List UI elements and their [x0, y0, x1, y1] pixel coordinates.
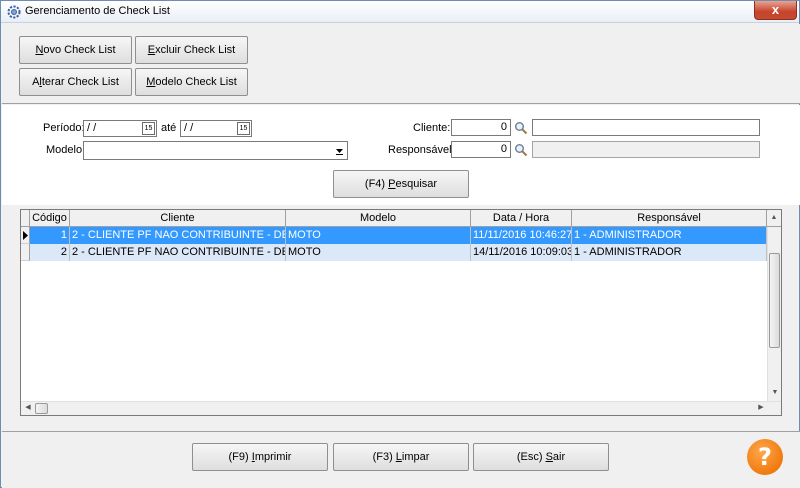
horizontal-scrollbar[interactable]: ◀ ▶	[21, 401, 781, 415]
responsavel-label: Responsável:	[388, 144, 455, 156]
modelo-filter-label: Modelo:	[46, 144, 86, 156]
alterar-check-list-button[interactable]: Alterar Check List	[19, 68, 132, 96]
search-icon[interactable]	[514, 121, 528, 135]
header-codigo[interactable]: Código	[30, 210, 70, 227]
header-cliente[interactable]: Cliente	[70, 210, 286, 227]
table-row[interactable]: 1 2 - CLIENTE PF NAO CONTRIBUINTE - DENT…	[21, 227, 767, 244]
cell-data-hora: 11/11/2016 10:46:27	[471, 227, 572, 244]
sair-button[interactable]: (Esc) Sair	[473, 443, 609, 471]
excluir-label: xcluir Check List	[155, 44, 236, 56]
header-data-hora[interactable]: Data / Hora	[471, 210, 572, 227]
responsavel-code-field[interactable]: 0	[451, 141, 511, 158]
modelo-select[interactable]	[83, 141, 348, 160]
check-list-grid[interactable]: Código Cliente Modelo Data / Hora Respon…	[20, 209, 782, 416]
scroll-right-icon[interactable]: ▶	[755, 402, 767, 414]
ate-label: até	[161, 122, 177, 134]
sair-label: air	[552, 451, 566, 463]
cell-codigo: 1	[30, 227, 70, 244]
limpar-label: impar	[401, 451, 430, 463]
grid-header: Código Cliente Modelo Data / Hora Respon…	[21, 210, 781, 227]
calendar-icon[interactable]: 15	[237, 122, 250, 135]
filter-panel: Período: / / 15 até / / 15 Modelo: Clien…	[2, 105, 800, 205]
pesquisar-hotkey: P	[388, 178, 396, 190]
title-bar: Gerenciamento de Check List x	[1, 1, 799, 23]
limpar-button[interactable]: (F3) Limpar	[333, 443, 469, 471]
novo-label: ovo Check List	[43, 44, 116, 56]
pesquisar-prefix: (F4)	[364, 178, 389, 190]
chevron-down-icon	[336, 149, 343, 155]
header-modelo[interactable]: Modelo	[286, 210, 471, 227]
window-title: Gerenciamento de Check List	[25, 5, 170, 17]
cliente-name-field[interactable]	[532, 119, 760, 136]
scroll-left-icon[interactable]: ◀	[22, 402, 34, 414]
cliente-code-field[interactable]: 0	[451, 119, 511, 136]
header-responsavel[interactable]: Responsável	[572, 210, 767, 227]
modelo-label: odelo Check List	[155, 76, 237, 88]
horizontal-scroll-thumb[interactable]	[35, 403, 48, 414]
close-button[interactable]: x	[754, 1, 797, 20]
calendar-icon[interactable]: 15	[142, 122, 155, 135]
responsavel-name-field	[532, 141, 760, 158]
cell-responsavel: 1 - ADMINISTRADOR	[572, 227, 767, 244]
table-row[interactable]: 2 2 - CLIENTE PF NAO CONTRIBUINTE - DENT…	[21, 244, 767, 261]
app-gear-icon	[7, 5, 21, 19]
excluir-check-list-button[interactable]: Excluir Check List	[135, 36, 248, 64]
pesquisar-button[interactable]: (F4) Pesquisar	[333, 170, 469, 198]
vertical-scrollbar[interactable]: ▼	[767, 227, 781, 401]
periodo-inicio-field[interactable]: / / 15	[83, 120, 157, 137]
cell-cliente: 2 - CLIENTE PF NAO CONTRIBUINTE - DENT	[70, 227, 286, 244]
limpar-prefix: (F3)	[372, 451, 396, 463]
cell-codigo: 2	[30, 244, 70, 261]
cell-modelo: MOTO	[286, 227, 471, 244]
search-icon[interactable]	[514, 143, 528, 157]
vertical-scroll-thumb[interactable]	[769, 253, 780, 348]
periodo-fim-value: / /	[184, 122, 194, 134]
alterar-label: terar Check List	[41, 76, 119, 88]
sair-hotkey: S	[545, 451, 553, 463]
modelo-check-list-button[interactable]: Modelo Check List	[135, 68, 248, 96]
imprimir-button[interactable]: (F9) Imprimir	[192, 443, 328, 471]
periodo-fim-field[interactable]: / / 15	[180, 120, 252, 137]
cell-responsavel: 1 - ADMINISTRADOR	[572, 244, 767, 261]
row-pointer-icon	[23, 231, 28, 240]
imprimir-label: mprimir	[254, 451, 292, 463]
cell-data-hora: 14/11/2016 10:09:03	[471, 244, 572, 261]
row-indicator	[21, 227, 30, 244]
toolbar-panel: Novo Check List Excluir Check List Alter…	[2, 24, 800, 104]
cell-modelo: MOTO	[286, 244, 471, 261]
imprimir-prefix: (F9)	[228, 451, 252, 463]
cliente-label: Cliente:	[413, 122, 451, 134]
periodo-label: Período:	[43, 122, 85, 134]
row-indicator	[21, 244, 30, 261]
scroll-up-icon[interactable]: ▲	[768, 212, 780, 224]
pesquisar-label: esquisar	[395, 178, 438, 190]
help-icon[interactable]: ?	[747, 439, 783, 475]
scroll-down-icon[interactable]: ▼	[769, 387, 781, 399]
sair-prefix: (Esc)	[516, 451, 546, 463]
cell-cliente: 2 - CLIENTE PF NAO CONTRIBUINTE - DENT	[70, 244, 286, 261]
header-indicator	[21, 210, 30, 227]
novo-check-list-button[interactable]: Novo Check List	[19, 36, 132, 64]
main-window: Gerenciamento de Check List x Novo Check…	[0, 0, 800, 488]
footer-panel: (F9) Imprimir (F3) Limpar (Esc) Sair	[2, 431, 800, 488]
periodo-inicio-value: / /	[87, 122, 97, 134]
